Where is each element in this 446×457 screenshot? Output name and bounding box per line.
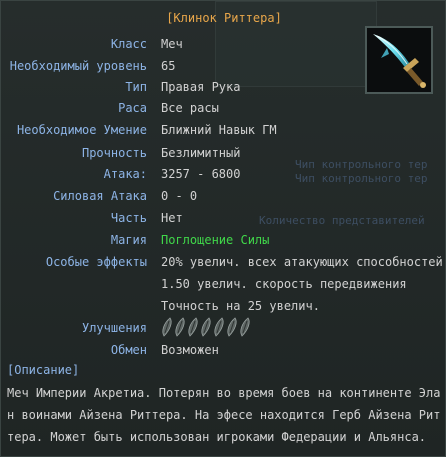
background-text: Чип контрольного тер [295,172,428,185]
stat-label: Класс [110,37,147,51]
stat-value: Правая Рука [161,80,241,94]
stat-value: Все расы [161,101,219,115]
stat-value: Нет [161,211,183,225]
effect-line: 20% увелич. всех атакующих способностей [161,255,443,269]
stat-label: Обмен [110,343,147,357]
magic-value: Поглощение Силы [161,233,270,247]
stat-label: Магия [110,233,147,247]
empty-upgrade-slot-icon [162,317,172,337]
upgrade-slots [161,317,251,337]
empty-upgrade-slot-icon [201,317,211,337]
stat-label: Прочность [81,146,147,160]
stat-value: 65 [161,59,176,73]
description-line: н воинами Айзена Риттера. На эфесе наход… [7,408,441,422]
stat-value: 3257 - 6800 [161,167,241,181]
empty-upgrade-slot-icon [240,317,250,337]
empty-upgrade-slot-icon [188,317,198,337]
stat-label: Необходимый уровень [9,59,147,73]
background-text: Количество представителей [259,214,425,227]
item-title: [Клинок Риттера] [166,11,282,25]
stat-label: Атака: [103,167,147,181]
stat-label: Раса [118,101,147,115]
item-icon-frame [365,26,433,94]
effect-line: Точность на 25 увелич. [161,299,320,313]
stat-value: Возможен [161,343,219,357]
description-header: [Описание] [7,363,80,377]
background-text: Чип контрольного тер [295,158,428,171]
stat-value: 0 - 0 [161,189,198,203]
stat-label: Особые эффекты [45,255,147,269]
stat-label: Тип [125,80,147,94]
stat-value: Безлимитный [161,146,241,160]
effect-line: 1.50 увелич. скорость передвижения [161,277,407,291]
item-tooltip: Чип контрольного тер Чип контрольного те… [0,0,446,457]
empty-upgrade-slot-icon [214,317,224,337]
stat-label: Силовая Атака [53,189,147,203]
description-line: тера. Может быть использован игроками Фе… [7,430,427,444]
empty-upgrade-slot-icon [175,317,185,337]
stat-label: Часть [110,211,147,225]
stat-label: Улучшения [81,321,147,335]
stat-value: Ближний Навык ГМ [161,123,277,137]
stat-label: Необходимое Умение [16,123,147,137]
stat-value: Меч [161,37,183,51]
sword-icon [373,34,426,88]
description-line: Меч Империи Акретиа. Потерян во время бо… [7,386,441,400]
empty-upgrade-slot-icon [227,317,237,337]
